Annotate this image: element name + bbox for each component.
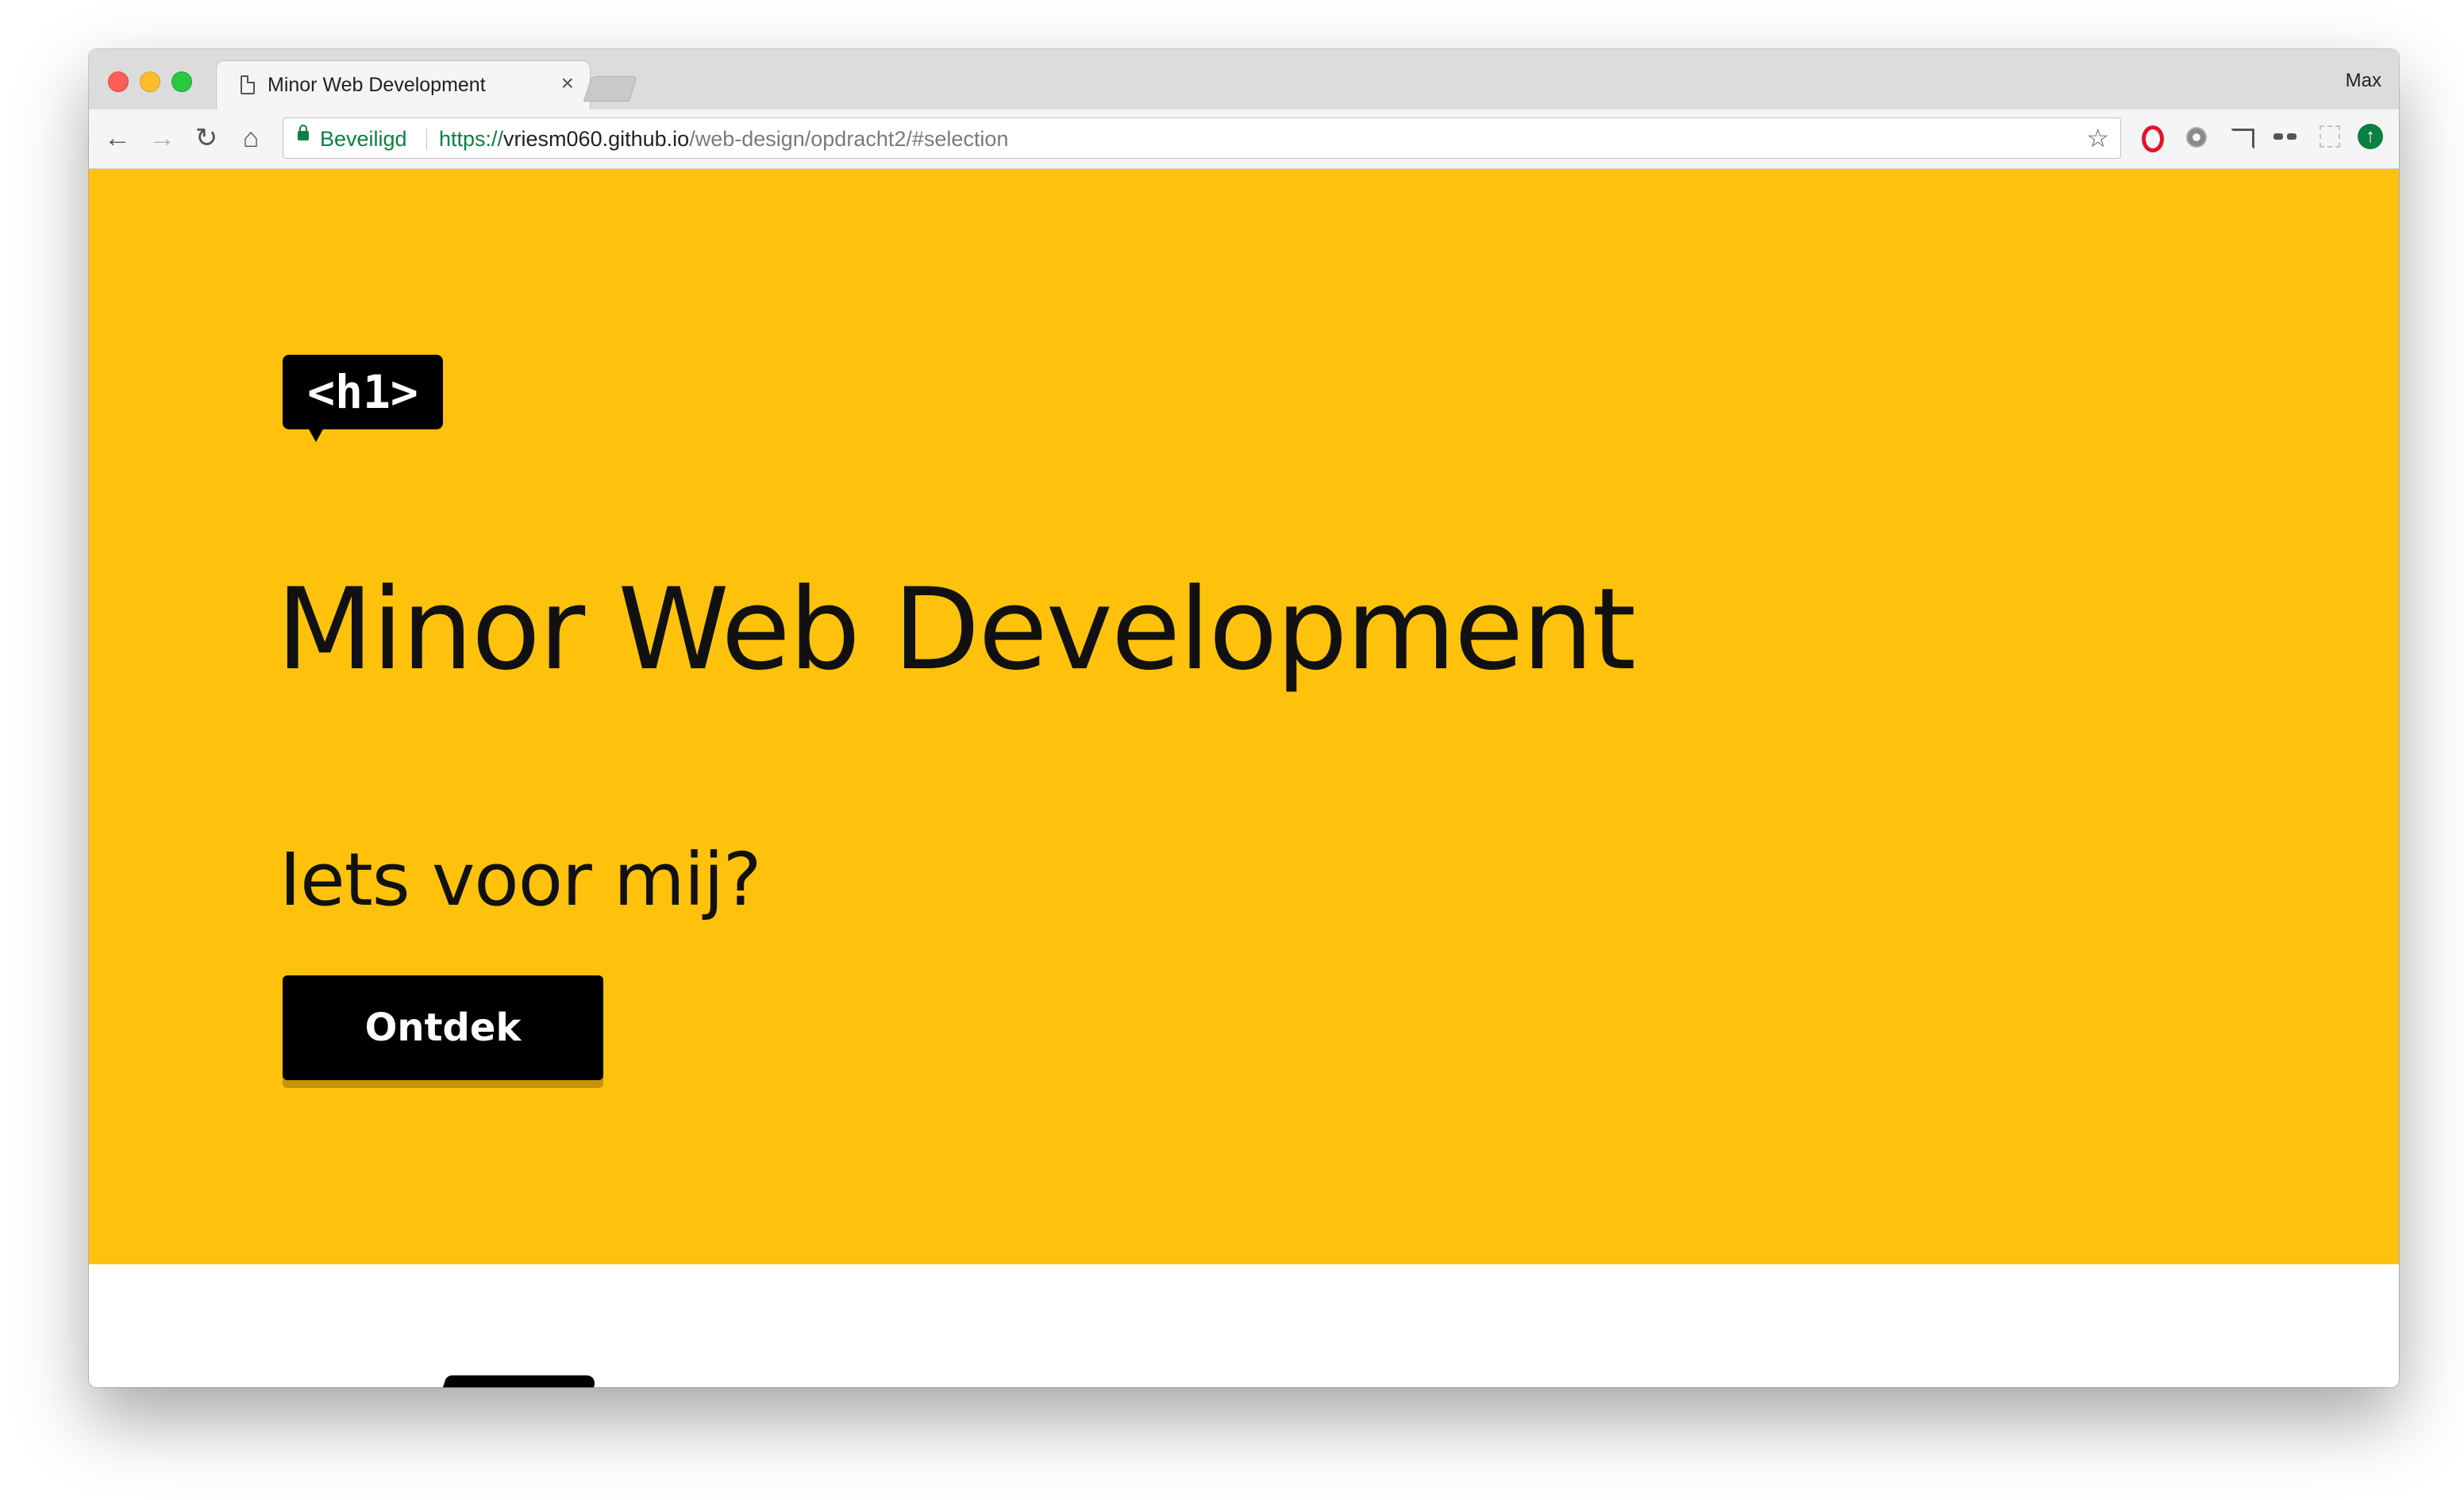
settings-extension-icon[interactable] [2185,125,2210,151]
tab-strip: Minor Web Development × Max [89,49,2399,112]
profile-name[interactable]: Max [2346,70,2381,92]
page-icon [241,75,255,94]
back-icon[interactable]: ← [100,121,135,156]
update-icon[interactable] [2358,124,2383,151]
browser-tab[interactable]: Minor Web Development × [216,60,591,112]
hero-section: <h1> Minor Web Development Iets voor mij… [89,169,2399,1264]
home-icon[interactable]: ⌂ [233,121,268,156]
lock-icon [298,125,309,140]
reload-icon[interactable]: ↻ [189,121,224,156]
secure-label[interactable]: Beveiligd [320,127,407,152]
discover-button[interactable]: Ontdek [283,975,603,1080]
tab-title: Minor Web Development [268,74,486,96]
page-subtitle: Iets voor mij? [279,837,762,922]
address-bar[interactable]: Beveiligd https://vriesm060.github.io/we… [283,117,2121,159]
page-title: Minor Web Development [276,564,1636,695]
new-tab-button[interactable] [583,76,638,102]
next-section-graphic [439,1375,598,1387]
bookmark-star-icon[interactable]: ☆ [2086,123,2109,153]
url-text[interactable]: https://vriesm060.github.io/web-design/o… [439,127,1008,152]
url-path: /web-design/opdracht2/#selection [689,127,1009,151]
tab-close-icon[interactable]: × [561,71,574,95]
page-viewport: <h1> Minor Web Development Iets voor mij… [89,169,2399,1387]
address-separator [426,128,427,150]
url-scheme: https:// [439,127,504,151]
window-close-button[interactable] [108,71,129,92]
opera-icon[interactable] [2140,125,2166,152]
glasses-extension-icon[interactable] [2273,125,2299,151]
h1-badge-logo: <h1> [283,355,443,442]
forward-icon[interactable]: → [144,121,179,156]
window-minimize-button[interactable] [140,71,160,92]
cast-icon[interactable] [2229,125,2254,151]
browser-window: Minor Web Development × Max ← → ↻ ⌂ Beve… [89,49,2399,1387]
url-host: vriesm060.github.io [503,127,690,151]
window-maximize-button[interactable] [171,71,192,92]
blank-extension-icon[interactable] [2318,125,2343,151]
browser-toolbar: ← → ↻ ⌂ Beveiligd https://vriesm060.gith… [89,110,2399,169]
